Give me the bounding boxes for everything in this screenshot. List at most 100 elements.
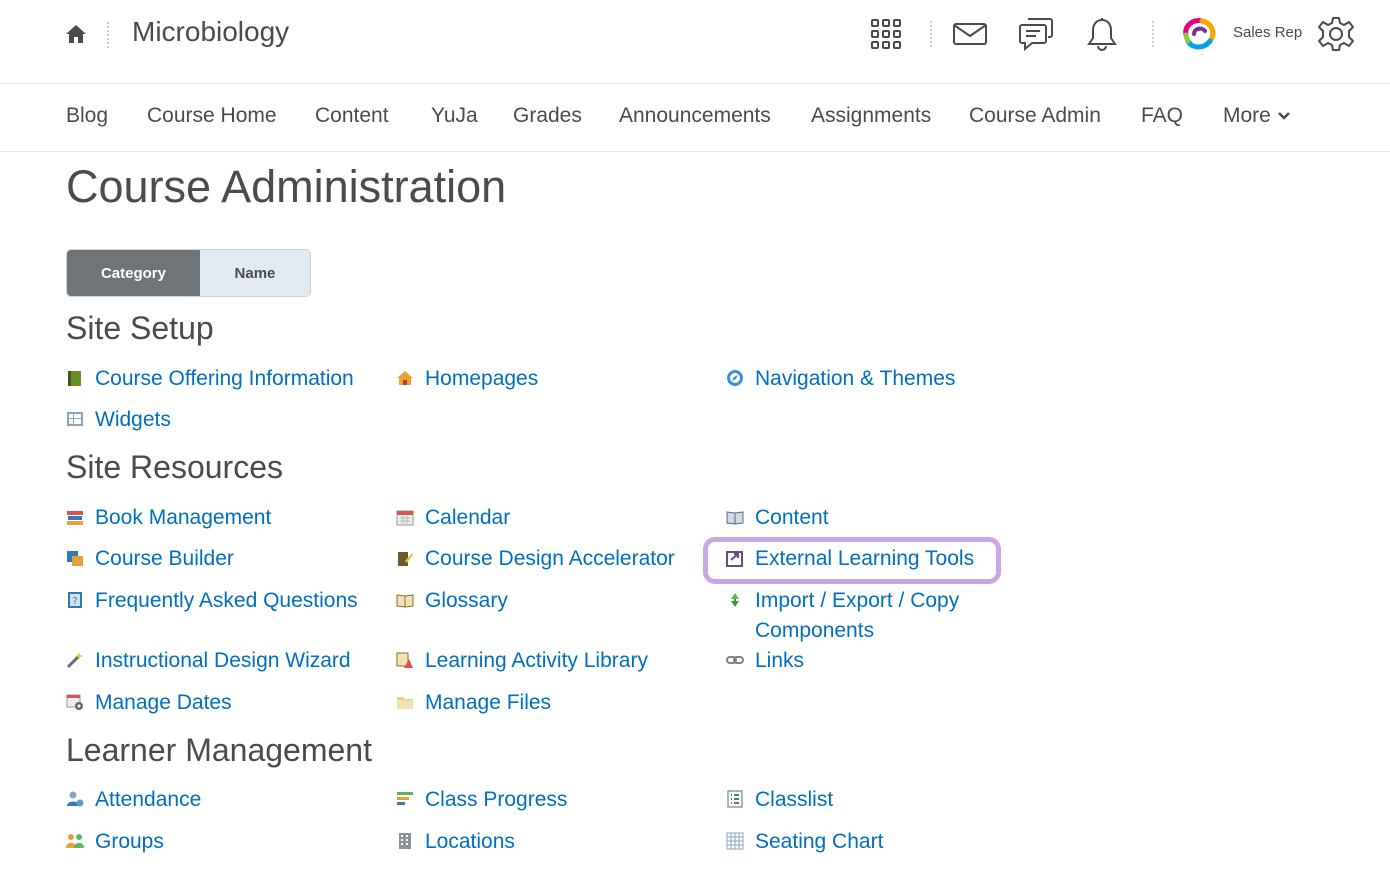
classlist-icon	[727, 790, 743, 808]
header-divider	[107, 22, 109, 48]
nav-blog[interactable]: Blog	[66, 102, 108, 130]
nav-assignments[interactable]: Assignments	[811, 102, 931, 130]
widgets-grid-icon	[67, 412, 83, 426]
books-icon	[67, 511, 83, 525]
tool-label: Attendance	[95, 788, 202, 811]
tool-book-management[interactable]: Book Management	[66, 503, 271, 533]
view-toggle: Category Name	[66, 249, 311, 297]
tool-attendance[interactable]: Attendance	[66, 785, 201, 815]
tool-learning-activity-library[interactable]: Learning Activity Library	[396, 646, 648, 676]
svg-text:?: ?	[72, 596, 77, 607]
tool-locations[interactable]: Locations	[396, 827, 515, 857]
attendance-user-icon	[67, 791, 84, 807]
calendar-gear-icon	[66, 694, 83, 710]
tool-frequently-asked-questions[interactable]: ? Frequently Asked Questions	[66, 586, 358, 616]
tool-seating-chart[interactable]: Seating Chart	[726, 827, 883, 857]
gear-icon	[1318, 17, 1354, 51]
tool-class-progress[interactable]: Class Progress	[396, 785, 567, 815]
tool-label: Class Progress	[425, 788, 568, 811]
tool-groups[interactable]: Groups	[66, 827, 164, 857]
tool-manage-dates[interactable]: Manage Dates	[66, 688, 232, 718]
tool-label: Navigation & Themes	[755, 367, 956, 390]
tool-label: Learning Activity Library	[425, 649, 648, 672]
compass-icon	[727, 370, 743, 386]
tool-label: Seating Chart	[755, 830, 884, 853]
top-header: Microbiology Sales Rep	[0, 0, 1390, 84]
seating-grid-icon	[726, 832, 744, 850]
tool-label: Calendar	[425, 506, 511, 529]
activity-library-icon	[396, 652, 413, 668]
tool-label: Course Builder	[95, 547, 234, 570]
settings-button[interactable]	[1316, 14, 1356, 54]
tool-label: Homepages	[425, 367, 539, 390]
chain-link-icon	[726, 656, 744, 664]
tool-glossary[interactable]: Glossary	[396, 586, 508, 616]
nav-announcements[interactable]: Announcements	[619, 102, 771, 130]
tool-label: Manage Dates	[95, 691, 232, 714]
tool-homepages[interactable]: Homepages	[396, 364, 538, 394]
nav-more-label: More	[1223, 104, 1271, 127]
progress-bars-icon	[397, 792, 413, 805]
tool-calendar[interactable]: Calendar	[396, 503, 510, 533]
tool-label: Groups	[95, 830, 164, 853]
tool-navigation-themes[interactable]: Navigation & Themes	[726, 364, 955, 394]
user-name[interactable]: Sales Rep	[1233, 24, 1302, 42]
folder-icon	[397, 697, 413, 709]
tool-label: Manage Files	[425, 691, 552, 714]
waffle-grid-icon	[871, 19, 901, 49]
nav-more-dropdown[interactable]: More	[1223, 102, 1291, 130]
tool-instructional-design-wizard[interactable]: Instructional Design Wizard	[66, 646, 351, 676]
magic-wand-icon	[66, 652, 83, 669]
book-green-icon	[68, 371, 81, 386]
update-alerts-button[interactable]	[1082, 14, 1122, 54]
category-view-button[interactable]: Category	[67, 250, 200, 296]
home-button[interactable]	[62, 20, 90, 48]
course-builder-icon	[67, 551, 83, 566]
email-icon	[953, 23, 987, 45]
header-divider	[1152, 21, 1154, 47]
user-logo[interactable]	[1178, 15, 1220, 53]
tool-manage-files[interactable]: Manage Files	[396, 688, 551, 718]
home-icon	[66, 25, 86, 43]
section-title-site-setup: Site Setup	[66, 310, 214, 346]
nav-faq[interactable]: FAQ	[1141, 102, 1183, 130]
nav-yuja[interactable]: YuJa	[431, 102, 478, 130]
tool-content[interactable]: Content	[726, 503, 829, 533]
course-selector-button[interactable]	[866, 14, 906, 54]
building-icon	[399, 833, 411, 849]
chat-icon	[1019, 18, 1053, 51]
design-accelerator-icon	[398, 552, 413, 566]
tool-links[interactable]: Links	[726, 646, 804, 676]
house-icon	[397, 371, 413, 385]
tool-label: External Learning Tools	[755, 547, 975, 570]
tool-label: Frequently Asked Questions	[95, 589, 358, 612]
nav-course-home[interactable]: Course Home	[147, 102, 277, 130]
tool-label: Links	[755, 649, 805, 672]
tool-external-learning-tools[interactable]: External Learning Tools	[726, 544, 974, 574]
calendar-icon	[396, 510, 414, 526]
external-tool-icon	[726, 551, 743, 567]
nav-content[interactable]: Content	[315, 102, 389, 130]
tool-label: Course Design Accelerator	[425, 547, 675, 570]
import-export-arrows-icon	[731, 593, 739, 607]
tool-label: Classlist	[755, 788, 834, 811]
tool-label: Locations	[425, 830, 515, 853]
tool-classlist[interactable]: Classlist	[726, 785, 833, 815]
tool-label: Glossary	[425, 589, 508, 612]
course-navbar: Blog Course Home Content YuJa Grades Ann…	[0, 84, 1390, 152]
bell-icon	[1087, 18, 1117, 51]
tool-widgets[interactable]: Widgets	[66, 405, 171, 435]
nav-grades[interactable]: Grades	[513, 102, 582, 130]
header-divider	[930, 21, 932, 47]
tool-course-offering-information[interactable]: Course Offering Information	[66, 364, 354, 394]
tool-course-design-accelerator[interactable]: Course Design Accelerator	[396, 544, 675, 574]
name-view-button[interactable]: Name	[199, 250, 310, 296]
course-title[interactable]: Microbiology	[132, 14, 289, 50]
nav-course-admin[interactable]: Course Admin	[969, 102, 1101, 130]
message-alerts-button[interactable]	[950, 14, 990, 54]
open-book-icon	[726, 511, 744, 525]
tool-course-builder[interactable]: Course Builder	[66, 544, 234, 574]
tool-import-export-copy[interactable]: Import / Export / Copy Components	[726, 586, 1015, 646]
subscription-alerts-button[interactable]	[1016, 14, 1056, 54]
faq-icon: ?	[68, 592, 82, 608]
